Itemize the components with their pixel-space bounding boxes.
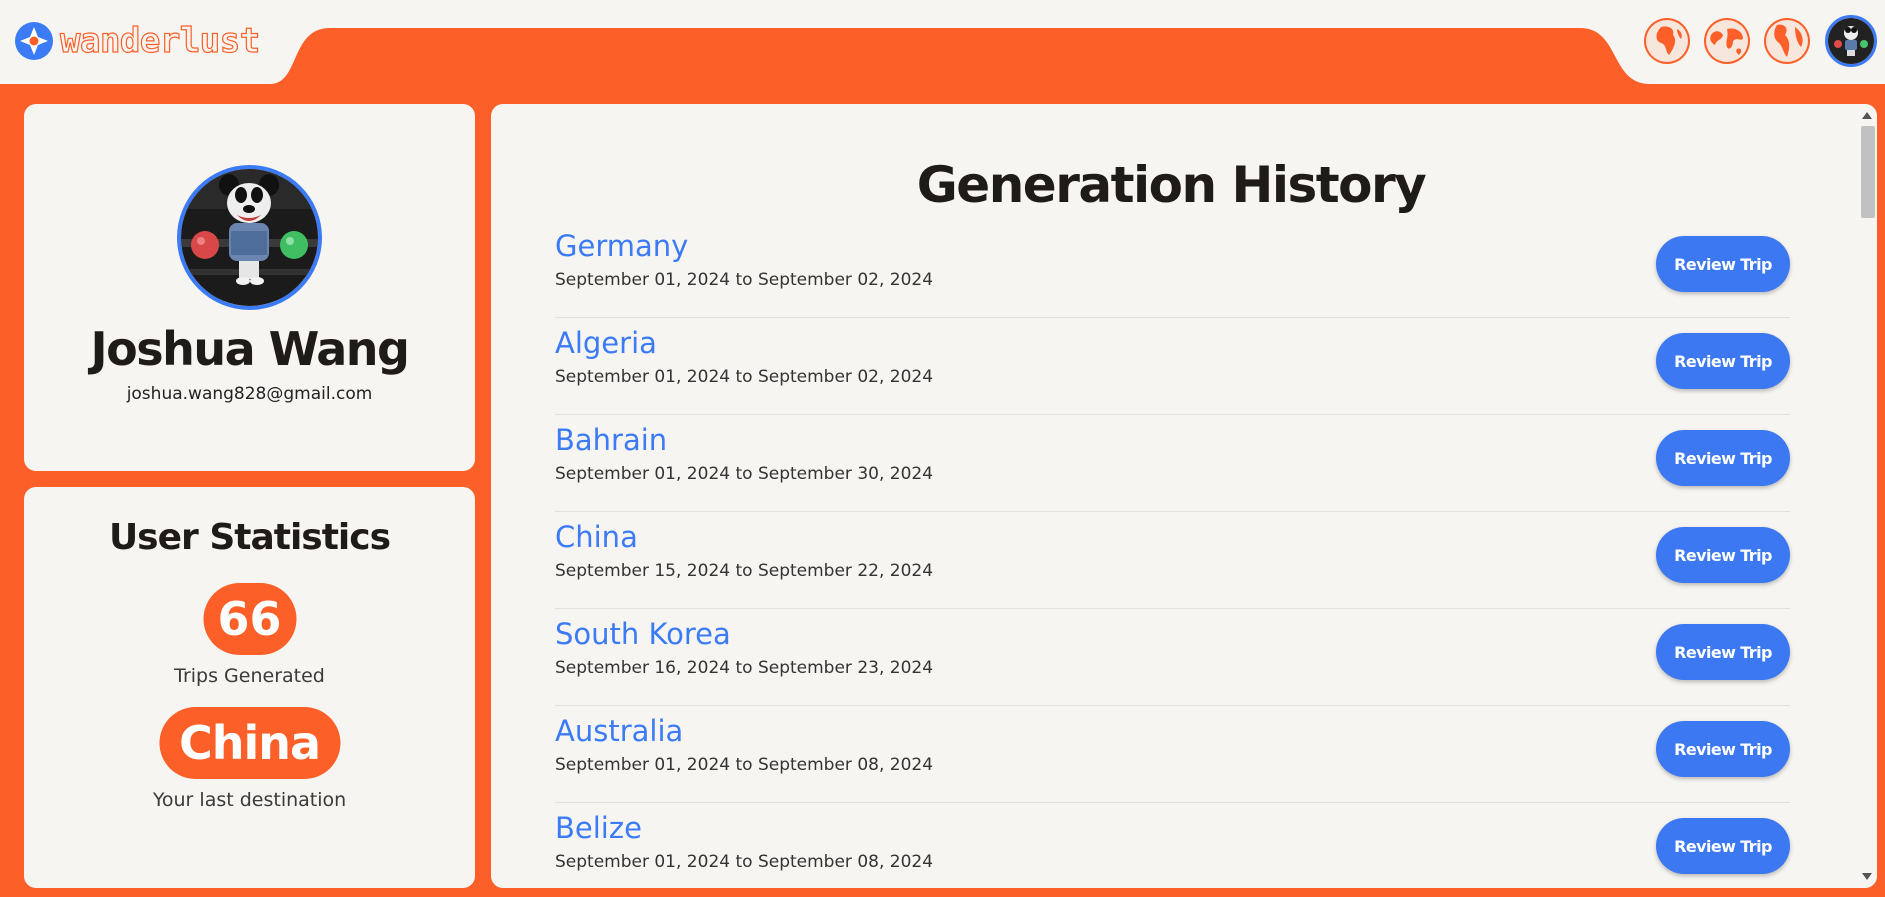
- history-scrollbar[interactable]: [1857, 104, 1877, 888]
- history-panel: Generation History Germany September 01,…: [491, 104, 1877, 888]
- globe-americas-icon[interactable]: [1763, 17, 1811, 65]
- avatar-image: [1828, 18, 1874, 64]
- trips-count-badge: 66: [203, 583, 296, 655]
- trip-row: Algeria September 01, 2024 to September …: [555, 318, 1790, 415]
- stats-title: User Statistics: [108, 517, 391, 558]
- profile-photo: [181, 169, 318, 306]
- trip-dates: September 16, 2024 to September 23, 2024: [555, 658, 934, 678]
- trip-dates: September 01, 2024 to September 08, 2024: [555, 755, 934, 775]
- trip-country-link[interactable]: China: [555, 520, 638, 554]
- user-avatar-menu[interactable]: [1825, 15, 1877, 67]
- app-logo[interactable]: wanderlust: [14, 20, 261, 62]
- trip-dates: September 01, 2024 to September 02, 2024: [555, 270, 934, 290]
- trip-row: Belize September 01, 2024 to September 0…: [555, 803, 1790, 888]
- trip-row: Australia September 01, 2024 to Septembe…: [555, 706, 1790, 803]
- profile-name: Joshua Wang: [90, 322, 410, 376]
- trips-count-label: Trips Generated: [174, 665, 325, 687]
- profile-avatar: [177, 165, 322, 310]
- stats-card: User Statistics 66 Trips Generated China…: [24, 487, 475, 888]
- trip-country-link[interactable]: Bahrain: [555, 423, 667, 457]
- trip-country-link[interactable]: South Korea: [555, 617, 731, 651]
- review-trip-button[interactable]: Review Trip: [1656, 430, 1790, 486]
- last-destination-badge: China: [158, 707, 341, 779]
- review-trip-button[interactable]: Review Trip: [1656, 527, 1790, 583]
- trip-dates: September 15, 2024 to September 22, 2024: [555, 561, 934, 581]
- trip-country-link[interactable]: Germany: [555, 229, 688, 263]
- scroll-thumb[interactable]: [1861, 126, 1875, 218]
- scroll-down-arrow-icon[interactable]: [1862, 873, 1872, 880]
- header-nav: [1643, 15, 1877, 67]
- review-trip-button[interactable]: Review Trip: [1656, 333, 1790, 389]
- trip-dates: September 01, 2024 to September 30, 2024: [555, 464, 934, 484]
- trip-country-link[interactable]: Algeria: [555, 326, 657, 360]
- trip-row: Bahrain September 01, 2024 to September …: [555, 415, 1790, 512]
- globe-africa-icon[interactable]: [1643, 17, 1691, 65]
- trip-country-link[interactable]: Belize: [555, 811, 642, 845]
- compass-logo-icon: [15, 22, 53, 60]
- trip-country-link[interactable]: Australia: [555, 714, 683, 748]
- review-trip-button[interactable]: Review Trip: [1656, 236, 1790, 292]
- review-trip-button[interactable]: Review Trip: [1656, 818, 1790, 874]
- brand-name: wanderlust: [59, 20, 260, 61]
- profile-email: joshua.wang828@gmail.com: [126, 384, 373, 404]
- trip-row: Germany September 01, 2024 to September …: [555, 221, 1790, 318]
- history-title: Generation History: [916, 156, 1427, 214]
- scroll-up-arrow-icon[interactable]: [1862, 112, 1872, 119]
- trip-dates: September 01, 2024 to September 08, 2024: [555, 852, 934, 872]
- trip-list: Germany September 01, 2024 to September …: [555, 221, 1790, 888]
- header-bar: [0, 0, 1885, 84]
- last-destination-label: Your last destination: [152, 789, 347, 811]
- globe-world-icon[interactable]: [1703, 17, 1751, 65]
- trip-row: South Korea September 16, 2024 to Septem…: [555, 609, 1790, 706]
- review-trip-button[interactable]: Review Trip: [1656, 624, 1790, 680]
- profile-card: Joshua Wang joshua.wang828@gmail.com: [24, 104, 475, 471]
- trip-row: China September 15, 2024 to September 22…: [555, 512, 1790, 609]
- trip-dates: September 01, 2024 to September 02, 2024: [555, 367, 934, 387]
- review-trip-button[interactable]: Review Trip: [1656, 721, 1790, 777]
